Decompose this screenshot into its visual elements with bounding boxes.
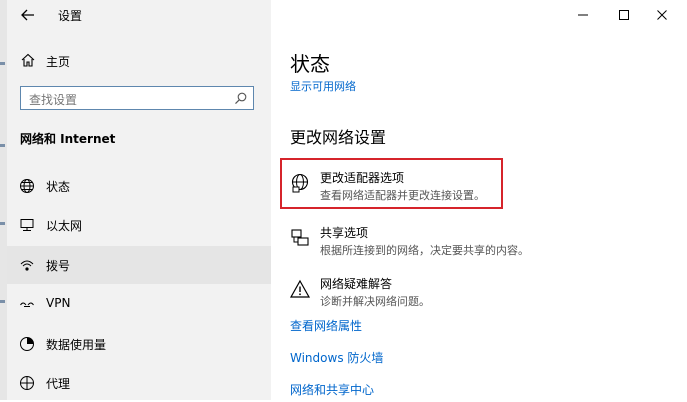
section-title: 网络和 Internet <box>20 132 116 146</box>
troubleshoot-item[interactable]: 网络疑难解答 诊断并解决网络问题。 <box>287 272 587 314</box>
sidebar-item-label: 以太网 <box>46 219 83 233</box>
network-sharing-center-link[interactable]: 网络和共享中心 <box>290 381 374 398</box>
network-properties-link[interactable]: 查看网络属性 <box>290 317 362 334</box>
page-title: 状态 <box>290 52 330 76</box>
search-icon <box>235 92 247 105</box>
sidebar-item-status[interactable]: 状态 <box>7 167 271 205</box>
edge-mark <box>0 62 5 65</box>
back-arrow-icon <box>21 9 34 21</box>
sidebar-item-label: 数据使用量 <box>46 338 107 352</box>
maximize-button[interactable] <box>612 6 636 24</box>
sidebar-item-label: 代理 <box>46 377 71 391</box>
search-placeholder: 查找设置 <box>29 93 78 107</box>
sidebar-item-home[interactable]: 主页 <box>7 50 271 72</box>
edge-mark <box>0 144 5 147</box>
edge-mark <box>0 300 5 303</box>
window-title: 设置 <box>58 9 83 23</box>
warning-icon <box>289 279 311 298</box>
option-title: 更改适配器选项 <box>320 171 405 185</box>
windows-firewall-link[interactable]: Windows 防火墙 <box>290 349 383 366</box>
close-button[interactable] <box>650 6 674 24</box>
back-button[interactable] <box>17 5 39 25</box>
dialup-icon <box>20 260 34 271</box>
sidebar-item-label: 状态 <box>46 180 71 194</box>
background-window-edge <box>0 0 7 400</box>
section-title: 更改网络设置 <box>290 128 387 147</box>
sidebar-item-vpn[interactable]: VPN <box>7 285 271 323</box>
globe-icon <box>20 179 34 193</box>
title-bar: 设置 <box>7 0 271 30</box>
show-networks-link[interactable]: 显示可用网络 <box>290 78 356 94</box>
sidebar-item-dialup[interactable]: 拨号 <box>7 246 271 284</box>
adapter-icon <box>291 173 309 193</box>
option-description: 诊断并解决网络问题。 <box>320 295 430 308</box>
home-icon <box>21 53 35 67</box>
sharing-options-item[interactable]: 共享选项 根据所连接到的网络，决定要共享的内容。 <box>287 221 587 263</box>
sharing-icon <box>291 229 309 246</box>
adapter-options-item[interactable]: 更改适配器选项 查看网络适配器并更改连接设置。 <box>287 166 587 208</box>
sidebar-item-ethernet[interactable]: 以太网 <box>7 206 271 244</box>
main-content: 状态 显示可用网络 更改网络设置 更改适配器选项 查看网络适配器并更改连接设置。… <box>271 0 687 400</box>
ethernet-icon <box>20 219 34 231</box>
minimize-button[interactable] <box>571 6 595 24</box>
data-usage-icon <box>20 337 34 351</box>
home-label: 主页 <box>46 55 71 69</box>
search-input[interactable]: 查找设置 <box>20 86 254 110</box>
option-title: 共享选项 <box>320 226 369 240</box>
option-description: 查看网络适配器并更改连接设置。 <box>320 189 485 202</box>
option-title: 网络疑难解答 <box>320 277 393 291</box>
sidebar-item-data-usage[interactable]: 数据使用量 <box>7 325 271 363</box>
vpn-icon <box>20 302 34 307</box>
sidebar-item-label: 拨号 <box>46 259 71 273</box>
proxy-icon <box>20 376 34 390</box>
sidebar-item-label: VPN <box>46 296 71 310</box>
sidebar: 设置 主页 查找设置 网络和 Internet 状态 以太网 拨号 VPN 数据… <box>7 0 271 400</box>
sidebar-item-proxy[interactable]: 代理 <box>7 364 271 402</box>
option-description: 根据所连接到的网络，决定要共享的内容。 <box>320 244 529 257</box>
edge-mark <box>0 222 5 225</box>
